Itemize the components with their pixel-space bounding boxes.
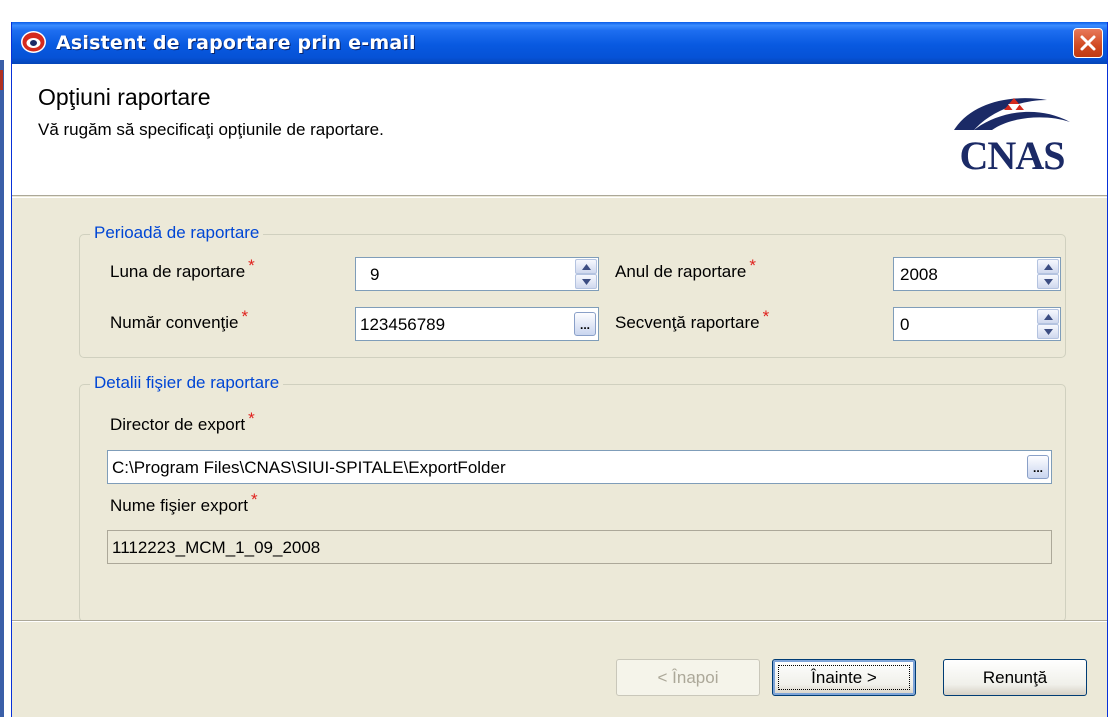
month-value: 9 [370, 265, 380, 284]
page-subtitle: Vă rugăm să specificaţi opţiunile de rap… [38, 120, 384, 139]
page-title: Opţiuni raportare [38, 84, 211, 110]
window-title: Asistent de raportare prin e-mail [56, 32, 416, 54]
month-label-text: Luna de raportare [110, 262, 246, 281]
year-spinbox[interactable]: 2008 [893, 257, 1061, 291]
month-label: Luna de raportare * [110, 256, 255, 282]
arrow-down-icon [581, 278, 591, 285]
wizard-header: Opţiuni raportare Vă rugăm să specificaţ… [12, 64, 1107, 196]
app-logo-icon [21, 31, 46, 53]
spin-down-button[interactable] [1037, 274, 1059, 289]
wizard-content: Perioadă de raportare Luna de raportare *… [12, 197, 1107, 622]
export-name-label-text: Nume fişier export [110, 496, 248, 515]
spin-down-button[interactable] [575, 274, 597, 289]
year-spinner[interactable] [1037, 259, 1059, 289]
period-group: Perioadă de raportare Luna de raportare *… [79, 223, 1066, 358]
arrow-down-icon [1043, 278, 1053, 285]
arrow-up-icon [1043, 263, 1053, 270]
required-marker: * [241, 307, 249, 326]
period-group-legend: Perioadă de raportare [90, 223, 264, 243]
back-button[interactable]: < Înapoi [616, 659, 760, 696]
cnas-logo: CNAS [937, 92, 1087, 182]
wizard-dialog: Asistent de raportare prin e-mail Opţiun… [11, 22, 1108, 717]
background-app-marker [0, 70, 3, 90]
year-label: Anul de raportare * [615, 256, 756, 282]
export-name-label: Nume fişier export * [110, 490, 258, 516]
spin-up-button[interactable] [1037, 309, 1059, 324]
arrow-up-icon [1043, 313, 1053, 320]
focus-ring [778, 665, 910, 690]
convention-browse-button[interactable]: ... [574, 312, 596, 336]
export-name-value: 1112223_MCM_1_09_2008 [112, 538, 321, 557]
required-marker: * [749, 256, 756, 275]
required-marker: * [248, 409, 255, 428]
footer-divider [12, 621, 1107, 622]
sequence-value: 0 [900, 315, 910, 334]
month-spinbox[interactable]: 9 [355, 257, 599, 291]
file-details-legend: Detalii fişier de raportare [90, 373, 284, 393]
convention-value: 123456789 [360, 315, 446, 334]
sequence-spinbox[interactable]: 0 [893, 307, 1061, 341]
year-value: 2008 [900, 265, 938, 284]
month-spinner[interactable] [575, 259, 597, 289]
file-details-group: Detalii fişier de raportare Director de … [79, 373, 1066, 622]
year-label-text: Anul de raportare [615, 262, 747, 281]
arrow-down-icon [1043, 328, 1053, 335]
spin-up-button[interactable] [575, 259, 597, 274]
logo-text: CNAS [959, 133, 1066, 178]
sequence-label-text: Secvenţă raportare [615, 313, 760, 332]
convention-label-text: Număr convenţie [110, 313, 239, 332]
export-dir-label: Director de export * [110, 409, 255, 435]
close-icon [1080, 35, 1096, 51]
spin-up-button[interactable] [1037, 259, 1059, 274]
arrow-up-icon [581, 263, 591, 270]
required-marker: * [250, 490, 258, 509]
export-dir-value: C:\Program Files\CNAS\SIUI-SPITALE\Expor… [112, 458, 506, 477]
sequence-spinner[interactable] [1037, 309, 1059, 339]
export-dir-browse-button[interactable]: ... [1027, 455, 1049, 479]
export-dir-field[interactable]: C:\Program Files\CNAS\SIUI-SPITALE\Expor… [107, 450, 1052, 484]
required-marker: * [248, 256, 255, 275]
sequence-label: Secvenţă raportare * [615, 307, 769, 333]
required-marker: * [762, 307, 770, 326]
logo-swoosh-icon [954, 98, 1070, 130]
title-bar[interactable]: Asistent de raportare prin e-mail [12, 22, 1107, 64]
background-app-edge [0, 0, 10, 717]
close-button[interactable] [1073, 28, 1103, 58]
export-dir-label-text: Director de export [110, 415, 246, 434]
export-name-field: 1112223_MCM_1_09_2008 [107, 530, 1052, 564]
wizard-footer: < Înapoi Înainte > Renunţă [12, 620, 1107, 717]
cancel-button[interactable]: Renunţă [943, 659, 1087, 696]
convention-label: Număr convenţie * [110, 307, 248, 333]
background-window-border [0, 60, 4, 717]
next-button[interactable]: Înainte > [772, 659, 916, 696]
spin-down-button[interactable] [1037, 324, 1059, 339]
convention-field[interactable]: 123456789 ... [355, 307, 599, 341]
